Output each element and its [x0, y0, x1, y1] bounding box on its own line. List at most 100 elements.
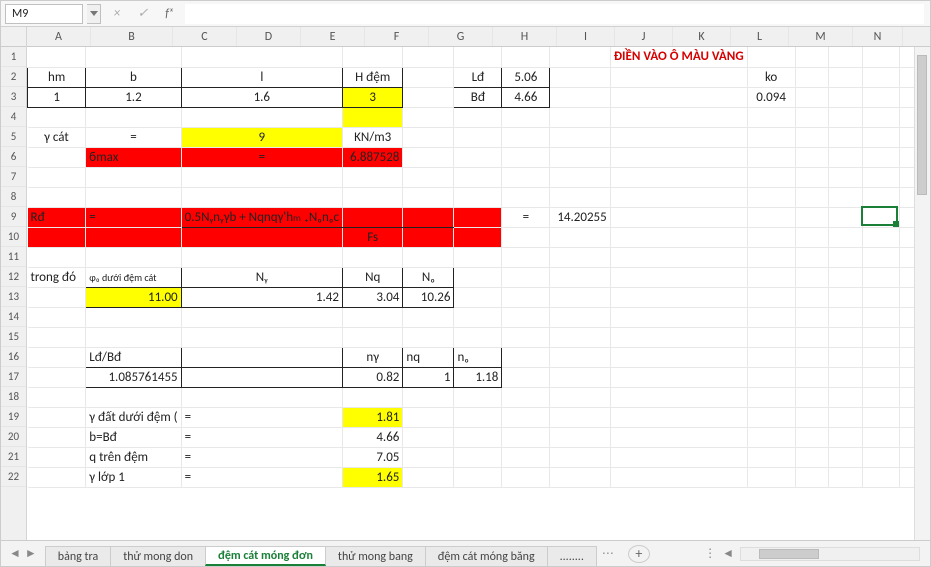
cell[interactable]: [550, 47, 610, 67]
cell[interactable]: [342, 107, 402, 127]
cell[interactable]: [610, 247, 747, 267]
cell[interactable]: [454, 107, 502, 127]
sheet-tab[interactable]: đệm cát móng đơn: [205, 546, 326, 566]
cell[interactable]: [28, 387, 86, 407]
cell[interactable]: [610, 427, 747, 447]
cell[interactable]: [454, 167, 502, 187]
cell[interactable]: 4.66: [502, 87, 550, 107]
scrollbar-thumb[interactable]: [917, 55, 927, 195]
cell[interactable]: [454, 327, 502, 347]
cell[interactable]: [747, 447, 795, 467]
cell[interactable]: [86, 327, 181, 347]
cell[interactable]: [829, 467, 863, 487]
cell[interactable]: [863, 347, 900, 367]
cell[interactable]: Rđ: [28, 207, 86, 227]
cell[interactable]: 6.887528: [342, 147, 402, 167]
cell[interactable]: [28, 407, 86, 427]
cell[interactable]: [863, 227, 900, 247]
cell[interactable]: b: [86, 67, 181, 87]
row-header[interactable]: 6: [1, 147, 26, 167]
cell[interactable]: [403, 147, 454, 167]
cell[interactable]: [403, 407, 454, 427]
row-header[interactable]: 12: [1, 267, 26, 287]
cell[interactable]: [863, 367, 900, 387]
cell[interactable]: [863, 127, 900, 147]
cell[interactable]: [86, 167, 181, 187]
cell[interactable]: =: [181, 427, 342, 447]
cell[interactable]: [550, 107, 610, 127]
cell[interactable]: [550, 67, 610, 87]
cell[interactable]: [863, 387, 900, 407]
cell[interactable]: [747, 187, 795, 207]
cell[interactable]: ĐIỀN VÀO Ô MÀU VÀNG: [610, 47, 747, 67]
cell[interactable]: =: [502, 207, 550, 227]
cell[interactable]: [403, 87, 454, 107]
cell[interactable]: [795, 167, 829, 187]
cell[interactable]: 14.20255: [550, 207, 610, 227]
cell[interactable]: l: [181, 67, 342, 87]
cell[interactable]: [863, 167, 900, 187]
cell[interactable]: [795, 327, 829, 347]
cell[interactable]: [795, 387, 829, 407]
cell[interactable]: [403, 227, 454, 247]
cell[interactable]: [86, 47, 181, 67]
cell[interactable]: ϭmax: [86, 147, 181, 167]
cell[interactable]: =: [181, 407, 342, 427]
cell[interactable]: [454, 267, 502, 287]
cell[interactable]: [502, 447, 550, 467]
cell[interactable]: [28, 147, 86, 167]
cell[interactable]: γ đất dưới đệm (: [86, 407, 181, 427]
cell[interactable]: Lđ: [454, 67, 502, 87]
column-header[interactable]: N: [853, 27, 903, 46]
cell[interactable]: [342, 47, 402, 67]
cell[interactable]: [747, 167, 795, 187]
cell[interactable]: 1.6: [181, 87, 342, 107]
cell[interactable]: [795, 127, 829, 147]
cell[interactable]: [550, 467, 610, 487]
row-header[interactable]: 19: [1, 407, 26, 427]
cell[interactable]: [86, 187, 181, 207]
cell[interactable]: [181, 307, 342, 327]
cell[interactable]: [550, 187, 610, 207]
cell[interactable]: [181, 367, 342, 387]
cell[interactable]: [829, 327, 863, 347]
column-header[interactable]: G: [429, 27, 493, 46]
row-header[interactable]: 16: [1, 347, 26, 367]
cell[interactable]: [863, 107, 900, 127]
cell[interactable]: [795, 307, 829, 327]
cell[interactable]: [342, 387, 402, 407]
cell[interactable]: [28, 247, 86, 267]
cell[interactable]: 5.06: [502, 67, 550, 87]
cell[interactable]: [502, 287, 550, 307]
cell[interactable]: [403, 47, 454, 67]
cell[interactable]: Lđ/Bđ: [86, 347, 181, 367]
row-header[interactable]: 17: [1, 367, 26, 387]
cell[interactable]: [454, 387, 502, 407]
cell[interactable]: 0.5Nᵧnᵧγb + Nqnqγ'hₘ ₊Nₒnₒc: [181, 207, 342, 227]
cell[interactable]: [502, 47, 550, 67]
cell[interactable]: [863, 327, 900, 347]
cell[interactable]: [863, 467, 900, 487]
cell[interactable]: [502, 347, 550, 367]
cell[interactable]: [795, 47, 829, 67]
row-header[interactable]: 9: [1, 207, 26, 227]
cell[interactable]: [795, 467, 829, 487]
cell[interactable]: [610, 147, 747, 167]
horizontal-scrollbar[interactable]: [740, 547, 920, 561]
cell[interactable]: [863, 427, 900, 447]
cell[interactable]: [747, 367, 795, 387]
add-sheet-button[interactable]: +: [628, 545, 650, 563]
name-box-dropdown[interactable]: [87, 4, 101, 24]
cell[interactable]: [863, 307, 900, 327]
sheet-tab[interactable]: ........: [547, 546, 597, 566]
cell[interactable]: [610, 307, 747, 327]
cell[interactable]: trong đó: [28, 267, 86, 287]
row-header[interactable]: 7: [1, 167, 26, 187]
cell[interactable]: [28, 167, 86, 187]
cell[interactable]: [610, 327, 747, 347]
cell[interactable]: 0.82: [342, 367, 402, 387]
cell[interactable]: [863, 407, 900, 427]
cell[interactable]: [829, 87, 863, 107]
cell[interactable]: [747, 427, 795, 447]
cell[interactable]: [28, 47, 86, 67]
